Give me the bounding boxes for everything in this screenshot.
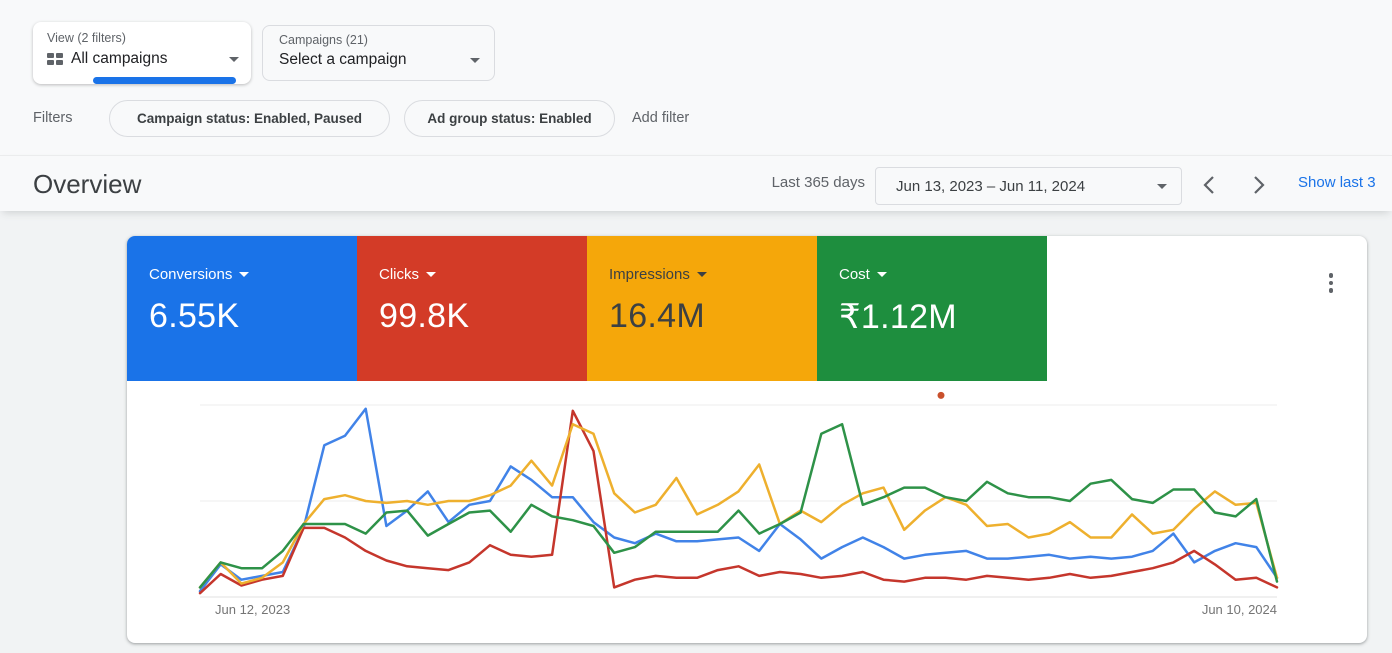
next-period-button[interactable]: [1246, 172, 1272, 198]
page-title: Overview: [33, 169, 141, 200]
chevron-down-icon: [1157, 184, 1167, 189]
overview-header: Overview Last 365 days Jun 13, 2023 – Ju…: [0, 155, 1392, 211]
campaign-selector-dropdown[interactable]: Campaigns (21) Select a campaign: [262, 25, 495, 81]
selected-view-indicator: [93, 77, 236, 84]
previous-period-button[interactable]: [1196, 172, 1222, 198]
series-line-cost: [200, 424, 1277, 587]
show-last-link[interactable]: Show last 3: [1298, 174, 1376, 191]
date-range-dropdown[interactable]: Jun 13, 2023 – Jun 11, 2024: [875, 167, 1182, 205]
date-range-value: Jun 13, 2023 – Jun 11, 2024: [896, 178, 1085, 195]
view-selector-dropdown[interactable]: View (2 filters) All campaigns: [33, 22, 251, 84]
campaign-selector-label: Campaigns (21): [279, 33, 368, 47]
x-axis-start-label: Jun 12, 2023: [215, 602, 290, 617]
filter-chip-ad-group-status[interactable]: Ad group status: Enabled: [404, 100, 615, 137]
filter-chip-campaign-status[interactable]: Campaign status: Enabled, Paused: [109, 100, 390, 137]
add-filter-button[interactable]: Add filter: [632, 110, 689, 126]
series-line-impressions: [200, 424, 1277, 587]
filters-label: Filters: [33, 110, 72, 126]
overview-line-chart: [127, 236, 1367, 643]
date-range-preset-label: Last 365 days: [755, 174, 865, 191]
annotation-dot[interactable]: [938, 392, 945, 399]
filters-bar: Filters Campaign status: Enabled, Paused…: [0, 100, 1392, 138]
x-axis-end-label: Jun 10, 2024: [1077, 602, 1277, 617]
view-selector-value: All campaigns: [71, 50, 168, 68]
chevron-right-icon: [1252, 175, 1266, 195]
overview-card: Conversions 6.55K Clicks 99.8K Impressio…: [127, 236, 1367, 643]
chevron-down-icon: [229, 57, 239, 62]
chevron-down-icon: [470, 58, 480, 63]
view-selector-label: View (2 filters): [47, 31, 126, 45]
series-line-clicks: [200, 411, 1277, 593]
grid-view-icon: [47, 53, 63, 65]
campaign-selector-value: Select a campaign: [279, 51, 407, 69]
top-toolbar: View (2 filters) All campaigns Campaigns…: [0, 0, 1392, 155]
chevron-left-icon: [1202, 175, 1216, 195]
